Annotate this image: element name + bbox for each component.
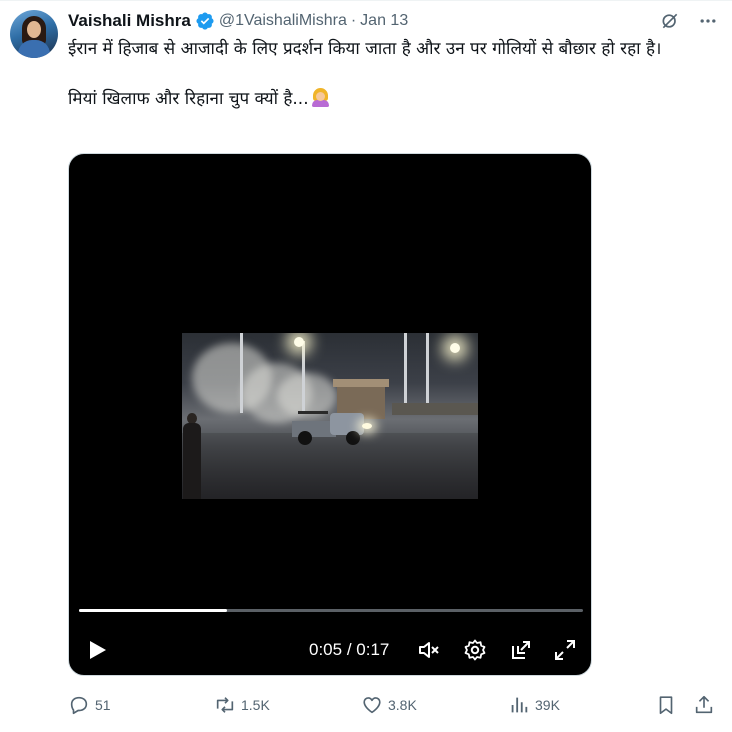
like-button[interactable]: 3.8K [361,691,417,719]
tweet-text-line-2-text: मियां खिलाफ और रिहाना चुप क्यों है... [68,89,309,109]
avatar[interactable] [10,10,58,58]
grok-icon[interactable] [660,11,680,36]
reply-icon [70,696,88,715]
play-icon[interactable] [85,638,109,662]
woman-shrugging-emoji-icon [311,88,330,107]
time-separator: / [342,640,357,659]
share-button[interactable] [693,691,715,719]
video-time: 0:05 / 0:17 [309,640,389,660]
tweet-card[interactable]: Vaishali Mishra @1VaishaliMishra · Jan 1… [0,0,732,732]
separator-dot: · [350,12,357,29]
settings-icon[interactable] [463,638,487,662]
volume-muted-icon[interactable] [417,638,441,662]
author-handle[interactable]: @1VaishaliMishra [219,12,347,30]
pop-out-icon[interactable] [509,638,533,662]
person-in-video [182,413,202,499]
views-count: 39K [535,697,560,713]
tweet-text-line-2: मियां खिलाफ और रिहाना चुप क्यों है... [68,87,723,112]
share-icon [695,695,713,714]
more-icon[interactable] [698,11,718,36]
views-button[interactable]: 39K [508,691,560,719]
tweet-top-actions [660,11,718,36]
views-icon [511,697,528,713]
repost-button[interactable]: 1.5K [214,691,270,719]
tweet-header: Vaishali Mishra @1VaishaliMishra · Jan 1… [68,10,408,32]
tweet-text-line-1: ईरान में हिजाब से आजादी के लिए प्रदर्शन … [68,39,662,59]
tweet-actions: 51 1.5K 3.8K 39K [58,691,724,719]
reply-count: 51 [95,697,111,713]
tweet-date[interactable]: Jan 13 [360,12,408,30]
repost-icon [216,697,234,713]
author-name[interactable]: Vaishali Mishra [68,11,191,31]
reply-button[interactable]: 51 [68,691,111,719]
verified-badge-icon[interactable] [195,11,215,31]
like-count: 3.8K [388,697,417,713]
video-player[interactable]: 0:05 / 0:17 [68,153,592,676]
repost-count: 1.5K [241,697,270,713]
bookmark-button[interactable] [655,691,677,719]
video-progress-bar[interactable] [79,609,583,612]
vehicle-in-video [292,409,372,451]
current-time: 0:05 [309,640,343,659]
like-icon [363,697,381,714]
video-progress-fill [79,609,228,612]
video-controls: 0:05 / 0:17 [69,632,591,668]
bookmark-icon [659,696,673,715]
fullscreen-icon[interactable] [553,638,577,662]
tweet-text: ईरान में हिजाब से आजादी के लिए प्रदर्शन … [68,37,723,112]
duration: 0:17 [356,640,390,659]
video-frame[interactable] [182,333,478,499]
